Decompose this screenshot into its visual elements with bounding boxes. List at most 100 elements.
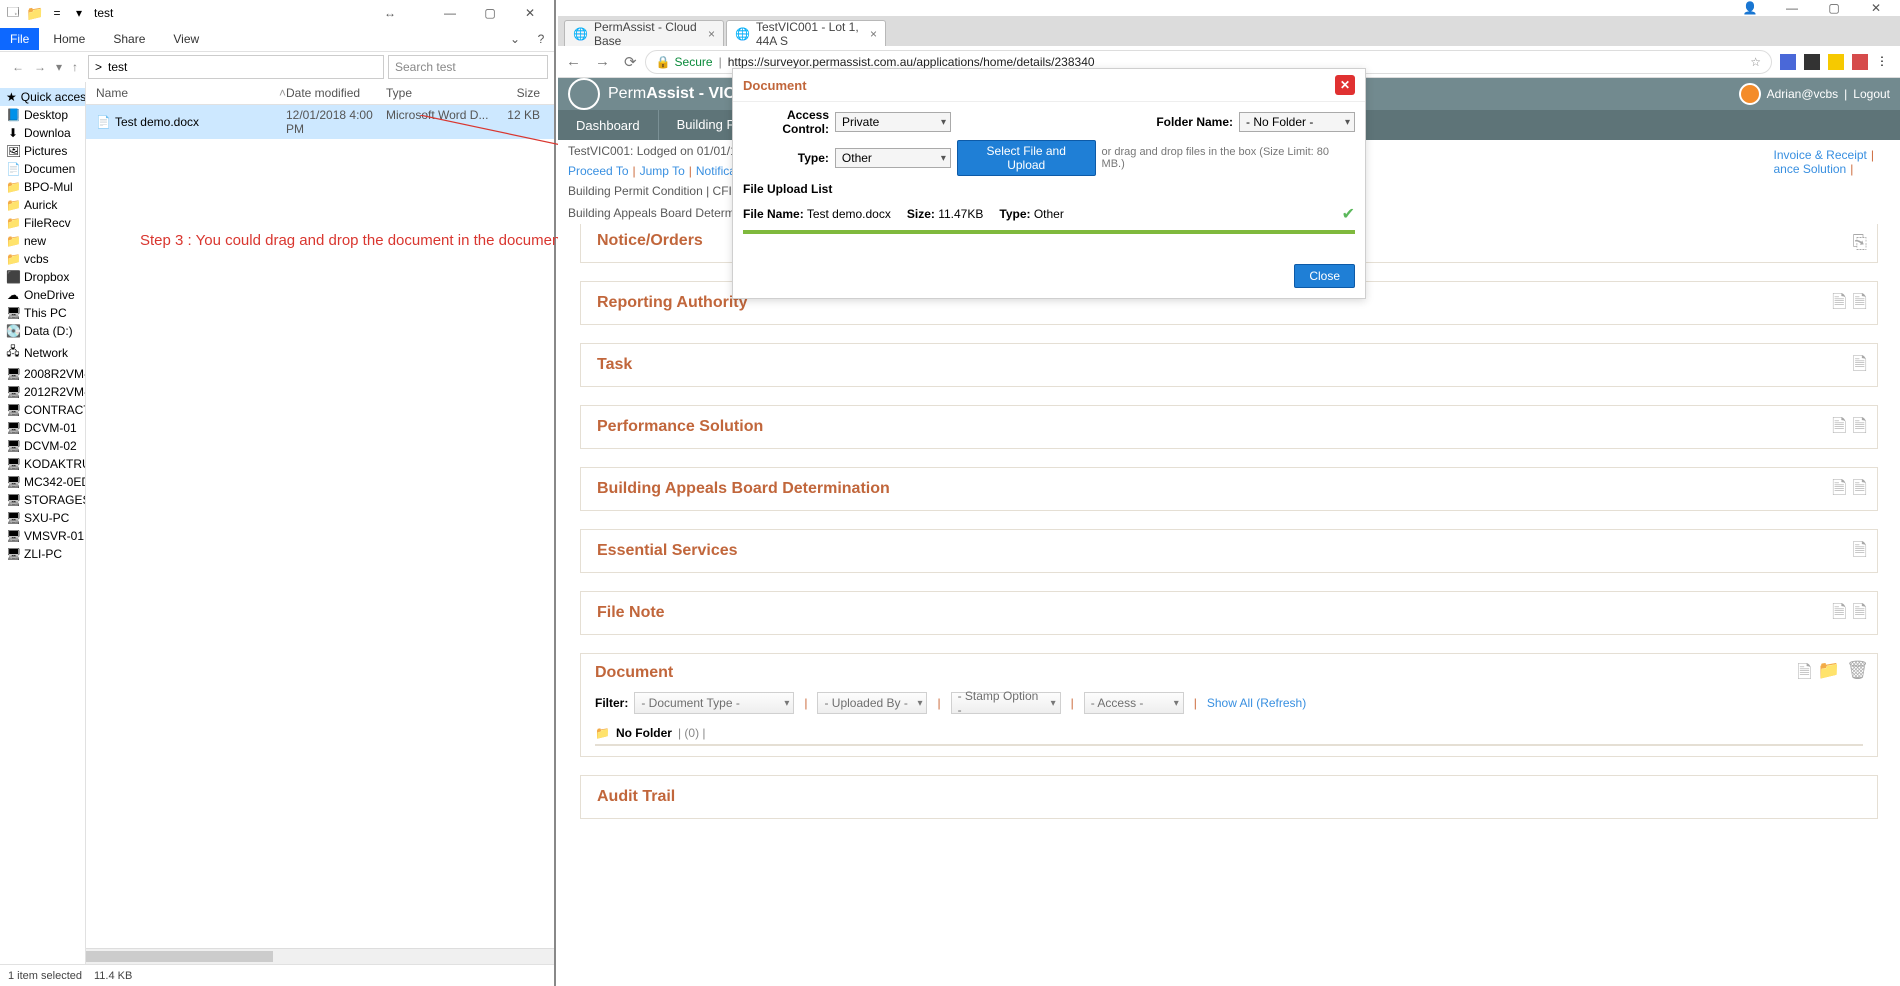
tab-close-icon[interactable]: × (708, 27, 715, 41)
ribbon-share[interactable]: Share (99, 32, 159, 46)
path-segment[interactable]: test (108, 60, 127, 74)
ribbon-help-icon[interactable]: ? (528, 32, 554, 46)
section-file-note[interactable]: File Note🗎🗎 (580, 591, 1878, 635)
add-icon-2[interactable]: 🗎 (1853, 476, 1867, 506)
ribbon-home[interactable]: Home (39, 32, 99, 46)
add-doc-icon[interactable]: 🗎 (1797, 660, 1811, 690)
export-icon[interactable]: ⎘ (1853, 232, 1867, 253)
tree-item[interactable]: 🖥STORAGESVI (0, 491, 85, 509)
tree-item[interactable]: 🖥ZLI-PC (0, 545, 85, 563)
logout-link[interactable]: Logout (1853, 87, 1890, 101)
show-all-link[interactable]: Show All (Refresh) (1207, 696, 1306, 710)
nav-fwd-icon[interactable]: → (34, 60, 46, 74)
tree-item[interactable]: 📘Desktop (0, 106, 85, 124)
tree-item[interactable]: 📁BPO-Mul (0, 178, 85, 196)
fwd-icon[interactable]: → (595, 53, 610, 71)
section-essential-services[interactable]: Essential Services🗎 (580, 529, 1878, 573)
tab-strip[interactable]: 🌐PermAssist - Cloud Base× 🌐TestVIC001 - … (558, 16, 1900, 46)
tree-item[interactable]: 🖥MC342-0EDC (0, 473, 85, 491)
file-list[interactable]: Name˄ Date modified Type Size 📄Test demo… (86, 82, 554, 964)
tree-item[interactable]: ★Quick access (0, 88, 85, 106)
filter-document-type[interactable]: - Document Type - (634, 692, 794, 714)
select-file-button[interactable]: Select File and Upload (957, 140, 1096, 176)
section-babd[interactable]: Building Appeals Board Determination🗎🗎 (580, 467, 1878, 511)
search-input[interactable]: Search test (388, 55, 548, 79)
modal-close-icon[interactable]: ✕ (1335, 75, 1355, 95)
add-doc-icon-2[interactable]: 🗎 (1853, 290, 1867, 320)
tree-item[interactable]: ⬇Downloa (0, 124, 85, 142)
ext-icon[interactable] (1852, 54, 1868, 70)
ribbon-expand-icon[interactable]: ⌄ (502, 32, 528, 46)
add-icon[interactable]: 🗎 (1853, 538, 1867, 568)
tree-item[interactable]: 🖥CONTRACTO (0, 401, 85, 419)
section-task[interactable]: Task🗎 (580, 343, 1878, 387)
horizontal-scrollbar[interactable] (86, 948, 554, 964)
minimize-button[interactable]: — (430, 0, 470, 26)
no-folder-row[interactable]: 📁 No Folder | (0) | (595, 726, 1863, 746)
browser-maximize[interactable]: ▢ (1814, 1, 1854, 15)
section-audit-trail[interactable]: Audit Trail (580, 775, 1878, 819)
qat-dropdown-icon[interactable]: ▾ (70, 4, 88, 22)
close-button[interactable]: ✕ (510, 0, 550, 26)
tree-item[interactable]: 📁new (0, 232, 85, 250)
nav-tree[interactable]: ★Quick access📘Desktop⬇Downloa🖼Pictures📄D… (0, 82, 86, 964)
tab-close-icon[interactable]: × (870, 27, 877, 41)
filter-uploaded-by[interactable]: - Uploaded By - (817, 692, 927, 714)
modal-close-button[interactable]: Close (1294, 264, 1355, 288)
maximize-button[interactable]: ▢ (470, 0, 510, 26)
add-icon[interactable]: 🗎 (1832, 414, 1846, 444)
browser-close[interactable]: ✕ (1856, 1, 1896, 15)
add-doc-icon[interactable]: 🗎 (1832, 290, 1846, 320)
explorer-titlebar[interactable]: 🗔 📁 = ▾ test ↔ — ▢ ✕ (0, 0, 554, 26)
add-icon[interactable]: 🗎 (1853, 352, 1867, 382)
filter-access[interactable]: - Access - (1084, 692, 1184, 714)
trash-icon[interactable]: 🗑 (1846, 660, 1869, 690)
address-bar[interactable]: > test (88, 55, 384, 79)
browser-tab-2[interactable]: 🌐TestVIC001 - Lot 1, 44A S× (726, 20, 886, 46)
menu-dashboard[interactable]: Dashboard (558, 110, 659, 140)
tree-item[interactable]: 🖥SXU-PC (0, 509, 85, 527)
col-date[interactable]: Date modified (286, 86, 386, 100)
tree-item[interactable]: 🖥DCVM-01 (0, 419, 85, 437)
tree-item[interactable]: ⬛Dropbox (0, 268, 85, 286)
folder-name-select[interactable]: - No Folder - (1239, 112, 1355, 132)
browser-minimize[interactable]: — (1772, 1, 1812, 15)
tree-item[interactable]: 📄Documen (0, 160, 85, 178)
add-icon[interactable]: 🗎 (1832, 600, 1846, 630)
tree-item[interactable]: ☁OneDrive (0, 286, 85, 304)
tree-item[interactable]: 🖧Network (0, 340, 85, 365)
nav-up-icon[interactable]: ↑ (72, 60, 78, 74)
nav-back-icon[interactable]: ← (12, 60, 24, 74)
add-icon[interactable]: 🗎 (1832, 476, 1846, 506)
tree-item[interactable]: 🖥This PC (0, 304, 85, 322)
access-control-select[interactable]: Private (835, 112, 951, 132)
tree-item[interactable]: 🖥VMSVR-01 (0, 527, 85, 545)
column-headers[interactable]: Name˄ Date modified Type Size (86, 82, 554, 105)
menu-icon[interactable]: ⋮ (1876, 54, 1892, 70)
tree-item[interactable]: 🖥KODAKTRUP (0, 455, 85, 473)
col-size[interactable]: Size (496, 86, 554, 100)
reload-icon[interactable]: ⟳ (624, 53, 637, 71)
modal-header[interactable]: Document ✕ (733, 69, 1365, 102)
ribbon-file[interactable]: File (0, 28, 39, 50)
star-icon[interactable]: ☆ (1750, 55, 1761, 69)
tree-item[interactable]: 🖥DCVM-02 (0, 437, 85, 455)
tree-item[interactable]: 📁FileRecv (0, 214, 85, 232)
tree-item[interactable]: 🖼Pictures (0, 142, 85, 160)
tree-item[interactable]: 🖥2012R2VM-0 (0, 383, 85, 401)
ribbon-view[interactable]: View (159, 32, 213, 46)
browser-tab-1[interactable]: 🌐PermAssist - Cloud Base× (564, 20, 724, 46)
ext-icon[interactable] (1780, 54, 1796, 70)
col-type[interactable]: Type (386, 86, 496, 100)
sort-icon[interactable]: ˄ (279, 86, 286, 100)
username[interactable]: Adrian@vcbs (1767, 87, 1839, 101)
nav-recent-icon[interactable]: ▾ (56, 60, 62, 74)
user-icon[interactable]: 👤 (1730, 1, 1770, 15)
section-performance-solution[interactable]: Performance Solution🗎🗎 (580, 405, 1878, 449)
file-row[interactable]: 📄Test demo.docx 12/01/2018 4:00 PM Micro… (86, 105, 554, 139)
ext-icon[interactable] (1828, 54, 1844, 70)
tablet-mode-icon[interactable]: ↔ (370, 0, 410, 26)
filter-stamp-option[interactable]: - Stamp Option - (951, 692, 1061, 714)
back-icon[interactable]: ← (566, 53, 581, 71)
add-icon-2[interactable]: 🗎 (1853, 600, 1867, 630)
